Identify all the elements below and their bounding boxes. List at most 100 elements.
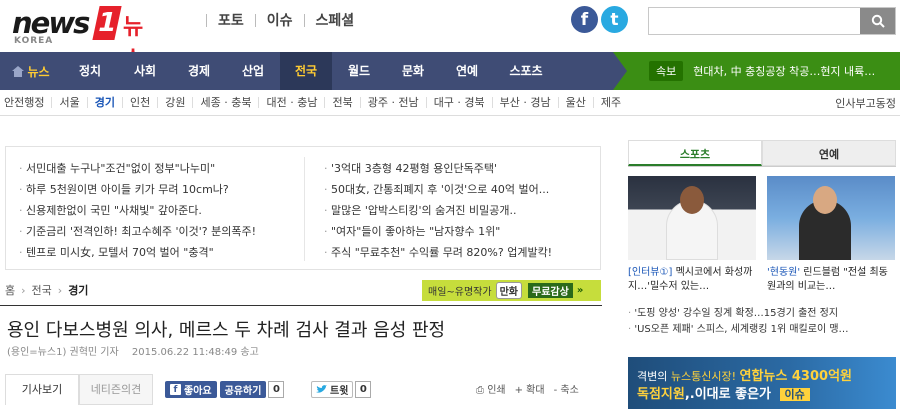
tab-article[interactable]: 기사보기 <box>5 374 79 405</box>
logo-korea: KOREA <box>14 36 54 46</box>
link-news-people[interactable]: 동정 <box>876 95 896 111</box>
region-item[interactable]: 광주 · 전남 <box>361 97 427 108</box>
ad-link[interactable]: '3억대 3층형 42평형 용인단독주택' <box>324 158 552 179</box>
tab-comments[interactable]: 네티즌의견 <box>79 374 153 405</box>
home-icon <box>12 65 25 77</box>
breadcrumb-national[interactable]: 전국 <box>32 282 52 298</box>
region-item[interactable]: 부산 · 경남 <box>493 97 559 108</box>
nav-sports[interactable]: 스포츠 <box>494 52 558 90</box>
breadcrumb: 홈 › 전국 › 경기 <box>5 282 88 298</box>
region-right-links: 인사 부고 동정 <box>835 95 896 111</box>
divider <box>254 13 256 27</box>
search-input[interactable] <box>649 8 861 34</box>
top-menu-photo[interactable]: 포토 <box>218 10 244 30</box>
logo-text: news <box>12 6 90 40</box>
region-item[interactable]: 서울 <box>52 97 88 108</box>
ad-link[interactable]: 기준금리 '전격인하! 최고수혜주 '이것'? 분의폭주! <box>19 221 256 242</box>
sidebar: 스포츠 연예 [인터뷰①] 멕시코에서 화성까지…'밀수저 있는… '현동원' … <box>628 140 896 409</box>
comic-promo-banner[interactable]: 매일~유명작가 만화 무료감상 » <box>422 280 601 301</box>
region-item[interactable]: 인천 <box>123 97 159 108</box>
nav-home[interactable]: 뉴스 <box>0 52 62 90</box>
article-tabs: 기사보기 네티즌의견 <box>5 374 153 405</box>
news-photo[interactable] <box>628 176 756 260</box>
zoom-in-button[interactable]: + 확대 <box>515 381 545 396</box>
breaking-text[interactable]: 현대차, 中 충칭공장 착공…현지 내륙… <box>693 63 875 79</box>
person-head <box>813 186 837 214</box>
nav-national[interactable]: 전국 <box>280 52 332 90</box>
photo-caption[interactable]: [인터뷰①] 멕시코에서 화성까지…'밀수저 있는… <box>628 266 756 294</box>
facebook-icon[interactable]: f <box>571 6 598 33</box>
article-byline: (용인=뉴스1) 권혁민 기자 <box>7 347 119 358</box>
promo-arrow: » <box>576 285 584 296</box>
facebook-share: f 좋아요 공유하기 0 <box>165 381 285 398</box>
tab-sports[interactable]: 스포츠 <box>628 140 762 166</box>
region-item[interactable]: 대전 · 충남 <box>259 97 326 108</box>
ad-link[interactable]: "여자"들이 좋아하는 "남자향수 1위" <box>324 221 552 242</box>
promo-comic-badge: 만화 <box>495 282 522 299</box>
nav-economy[interactable]: 경제 <box>172 52 226 90</box>
ad-column-left: 서민대출 누구나"조건"없이 정부"나누미" 하루 5천원이면 아이들 키가 무… <box>19 158 256 263</box>
region-item[interactable]: 울산 <box>559 97 594 108</box>
region-item[interactable]: 세종 · 충북 <box>193 97 260 108</box>
caption-tag: '현동원' <box>767 267 801 278</box>
link-obituary[interactable]: 부고 <box>856 95 876 111</box>
nav-culture[interactable]: 문화 <box>386 52 440 90</box>
banner-text: 격변의 <box>637 370 668 383</box>
facebook-like-button[interactable]: f 좋아요 <box>165 381 217 398</box>
tab-entertainment[interactable]: 연예 <box>762 140 896 166</box>
banner-line-1: 격변의 뉴스통신시장! 연합뉴스 4300억원 <box>637 365 852 384</box>
ad-link[interactable]: 텐프로 미시女, 모텔서 70억 벌어 "충격" <box>19 242 256 263</box>
region-item[interactable]: 전북 <box>325 97 361 108</box>
twitter-icon[interactable]: t <box>601 6 628 33</box>
news-photo[interactable] <box>767 176 895 260</box>
list-item[interactable]: '도핑 양성' 강수일 징계 확정…15경기 출전 정지 <box>628 306 896 322</box>
region-item[interactable]: 경기 <box>88 97 123 108</box>
print-label: 인쇄 <box>487 385 506 396</box>
top-menu-issue[interactable]: 이슈 <box>267 10 293 30</box>
ad-link[interactable]: 신용제한없이 국민 "사채빛" 갚아준다. <box>19 200 256 221</box>
person-head <box>680 186 704 214</box>
tweet-button[interactable]: 트윗 <box>311 381 354 398</box>
region-item[interactable]: 대구 · 경북 <box>427 97 493 108</box>
breadcrumb-home[interactable]: 홈 <box>5 282 15 298</box>
ad-link[interactable]: 하루 5천원이면 아이들 키가 무려 10cm나? <box>19 179 256 200</box>
banner-issue-button[interactable]: 이슈 <box>779 388 810 401</box>
nav-society[interactable]: 사회 <box>118 52 172 90</box>
zoom-out-button[interactable]: - 축소 <box>554 381 579 396</box>
site-header: news 1 뉴스 KOREA 포토 이슈 스페셜 f t <box>0 0 900 72</box>
share-count: 0 <box>268 381 285 398</box>
list-item[interactable]: 'US오픈 제패' 스피스, 세계랭킹 1위 매킬로이 맹… <box>628 322 896 338</box>
region-nav: 안전행정 서울 경기 인천 강원 세종 · 충북 대전 · 충남 전북 광주 ·… <box>0 90 900 116</box>
chevron-right-icon: › <box>21 283 26 297</box>
ad-link[interactable]: 주식 "무료추천" 수익률 무려 820%? 업계발칵! <box>324 242 552 263</box>
ad-divider <box>304 157 305 261</box>
article-tools: ⎙ 인쇄 + 확대 - 축소 <box>476 381 579 396</box>
top-menu: 포토 이슈 스페셜 <box>195 10 354 30</box>
photo-caption[interactable]: '현동원' 린드블럼 "전설 최동원과의 비교는… <box>767 266 895 294</box>
region-item[interactable]: 강원 <box>158 97 194 108</box>
nav-world[interactable]: 월드 <box>332 52 386 90</box>
print-button[interactable]: ⎙ 인쇄 <box>476 381 506 396</box>
search-button[interactable] <box>860 8 895 34</box>
article-title: 용인 다보스병원 의사, 메르스 두 차례 검사 결과 음성 판정 <box>7 320 446 341</box>
yonhap-issue-banner[interactable]: 격변의 뉴스통신시장! 연합뉴스 4300억원 독점지원,.이대로 좋은가 이슈 <box>628 357 896 409</box>
region-item[interactable]: 제주 <box>594 97 628 108</box>
sns-links: f t <box>571 6 628 33</box>
ad-link[interactable]: 서민대출 누구나"조건"없이 정부"나누미" <box>19 158 256 179</box>
link-personnel[interactable]: 인사 <box>835 95 855 111</box>
news1-logo[interactable]: news 1 뉴스 KOREA <box>12 6 162 72</box>
breadcrumb-current[interactable]: 경기 <box>68 282 88 298</box>
top-menu-special[interactable]: 스페셜 <box>316 10 355 30</box>
breaking-news-bar[interactable]: 속보 현대차, 中 충칭공장 착공…현지 내륙… <box>613 52 900 90</box>
facebook-share-button[interactable]: 공유하기 <box>219 381 267 398</box>
chevron-right-icon: › <box>57 283 63 297</box>
ad-link[interactable]: 말많은 '압박스티킹'의 숨겨진 비밀공개.. <box>324 200 552 221</box>
nav-industry[interactable]: 산업 <box>226 52 280 90</box>
region-item[interactable]: 안전행정 <box>0 97 53 108</box>
nav-politics[interactable]: 정치 <box>62 52 118 90</box>
facebook-like-label: 좋아요 <box>184 386 212 397</box>
logo-one-mark: 1 <box>92 6 122 40</box>
nav-entertainment[interactable]: 연예 <box>440 52 494 90</box>
divider <box>303 13 305 27</box>
ad-link[interactable]: 50대女, 간통죄폐지 후 '이것'으로 40억 벌어... <box>324 179 552 200</box>
